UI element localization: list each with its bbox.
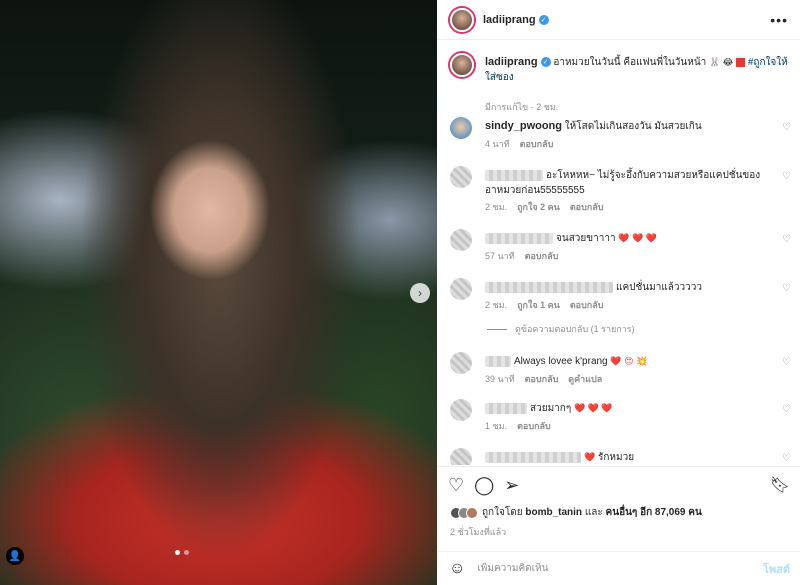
blurred-username[interactable]: [485, 451, 581, 463]
like-comment-heart-icon[interactable]: ♡: [782, 404, 791, 415]
emoji-icon[interactable]: ☺: [449, 560, 465, 578]
likes-middle: และ: [584, 507, 603, 518]
comment-time: 2 ชม.: [485, 202, 508, 212]
replies-divider: [487, 328, 507, 330]
comment-avatar[interactable]: [450, 399, 472, 421]
post-header: ladiiprang ✓ •••: [437, 0, 800, 40]
blurred-username[interactable]: [485, 232, 553, 244]
like-comment-heart-icon[interactable]: ♡: [782, 234, 791, 245]
comment-likes[interactable]: ถูกใจ 1 คน: [517, 298, 560, 312]
verified-badge-icon: ✓: [540, 57, 551, 68]
comment-time: 4 นาที: [485, 139, 510, 149]
post-time-ago[interactable]: 2 ชั่วโมงที่แล้ว: [450, 525, 506, 539]
carousel-dot: [175, 550, 180, 555]
likes-others[interactable]: คนอื่นๆ อีก 87,069 คน: [606, 507, 702, 518]
comment-avatar[interactable]: [450, 229, 472, 251]
comment-text: รักหมวย: [598, 452, 635, 463]
bookmark-icon[interactable]: 🔖︎: [770, 475, 790, 495]
post-photo[interactable]: › 👤: [0, 0, 437, 585]
likes-summary: ถูกใจโดย bomb_tanin และ คนอื่นๆ อีก 87,0…: [450, 505, 702, 520]
more-options-icon[interactable]: •••: [770, 12, 788, 28]
comment-avatar[interactable]: [450, 278, 472, 300]
user-tag-icon[interactable]: 👤: [6, 547, 24, 565]
comment-box: ☺ โพสต์: [437, 551, 800, 585]
comment-avatar[interactable]: [450, 117, 472, 139]
like-heart-icon[interactable]: ♡: [448, 475, 464, 496]
view-replies-button[interactable]: ดูข้อความตอบกลับ (1 รายการ): [487, 322, 635, 336]
comment-emoji: ❤️ ❤️ ❤️: [574, 403, 613, 413]
translate-button[interactable]: ดูคำแปล: [568, 372, 602, 386]
comment-avatar[interactable]: [450, 166, 472, 188]
post-actions: ♡ ◯ ➢ 🔖︎ ถูกใจโดย bomb_tanin และ คนอื่นๆ…: [437, 466, 800, 551]
comment-input[interactable]: [477, 563, 728, 574]
comment-avatar[interactable]: [450, 352, 472, 374]
caption-username[interactable]: ladiiprang: [485, 56, 538, 68]
reply-button[interactable]: ตอบกลับ: [520, 137, 554, 151]
caption-avatar[interactable]: [450, 53, 474, 77]
reply-button[interactable]: ตอบกลับ: [525, 372, 559, 386]
comment-text: ให้โสดไม่เกินสองวัน มันสวยเกิน: [564, 121, 702, 132]
blurred-username[interactable]: [485, 355, 511, 367]
like-comment-heart-icon[interactable]: ♡: [782, 283, 791, 294]
reply-button[interactable]: ตอบกลับ: [570, 200, 604, 214]
comment-username[interactable]: sindy_pwoong: [485, 120, 562, 132]
likes-prefix: ถูกใจโดย: [482, 507, 523, 518]
comment-text: แคปชั่นมาแล้ววววว: [616, 282, 702, 293]
flag-emoji: [736, 57, 746, 67]
author-username[interactable]: ladiiprang: [483, 14, 536, 26]
caption-text: อาหมวยในวันนี้ คือแฟนพี่ในวันหน้า: [553, 57, 707, 68]
comment-text: สวยมากๆ: [530, 403, 572, 414]
blurred-username[interactable]: [485, 169, 543, 181]
comments-scroll[interactable]: ladiiprang ✓ อาหมวยในวันนี้ คือแฟนพี่ในวั…: [437, 41, 800, 465]
comment-time: 39 นาที: [485, 374, 515, 384]
caption-emojis: 🐰 😂: [709, 57, 734, 67]
comment-time: 57 นาที: [485, 251, 515, 261]
like-comment-heart-icon[interactable]: ♡: [782, 453, 791, 464]
blurred-username[interactable]: [485, 281, 613, 293]
reply-button[interactable]: ตอบกลับ: [525, 249, 559, 263]
next-arrow-icon[interactable]: ›: [410, 283, 430, 303]
comment-avatar[interactable]: [450, 448, 472, 465]
blurred-username[interactable]: [485, 402, 527, 414]
comment-text: จนสวยขาาาา: [556, 233, 616, 244]
post-side-panel: ladiiprang ✓ ••• ladiiprang ✓ อาหมวยในวัน…: [437, 0, 800, 585]
comment-icon[interactable]: ◯: [474, 475, 494, 496]
liker-avatar: [466, 506, 478, 519]
comment-time: 2 ชม.: [485, 300, 508, 310]
comment-emoji: ❤️ ❤️ ❤️: [618, 233, 657, 243]
author-avatar[interactable]: [450, 7, 474, 32]
comment-text: Always lovee k'prang: [514, 356, 608, 367]
reply-button[interactable]: ตอบกลับ: [517, 419, 551, 433]
carousel-dots: [175, 550, 189, 555]
edited-label: มีการแก้ไข: [485, 102, 529, 112]
caption-time: 2 ชม.: [536, 102, 559, 112]
comment-emoji: ❤️: [584, 452, 596, 462]
liker-username[interactable]: bomb_tanin: [525, 507, 582, 518]
carousel-dot: [184, 550, 189, 555]
like-comment-heart-icon[interactable]: ♡: [782, 122, 791, 133]
reply-button[interactable]: ตอบกลับ: [570, 298, 604, 312]
post-button[interactable]: โพสต์: [763, 560, 790, 578]
comment-likes[interactable]: ถูกใจ 2 คน: [517, 200, 560, 214]
comment-time: 1 ชม.: [485, 421, 508, 431]
verified-badge-icon: ✓: [538, 14, 549, 25]
view-replies-label: ดูข้อความตอบกลับ (1 รายการ): [515, 324, 635, 334]
comment-emoji: ❤️ 😍 💥: [610, 356, 648, 366]
like-comment-heart-icon[interactable]: ♡: [782, 171, 791, 182]
like-comment-heart-icon[interactable]: ♡: [782, 357, 791, 368]
share-icon[interactable]: ➢: [504, 475, 519, 496]
